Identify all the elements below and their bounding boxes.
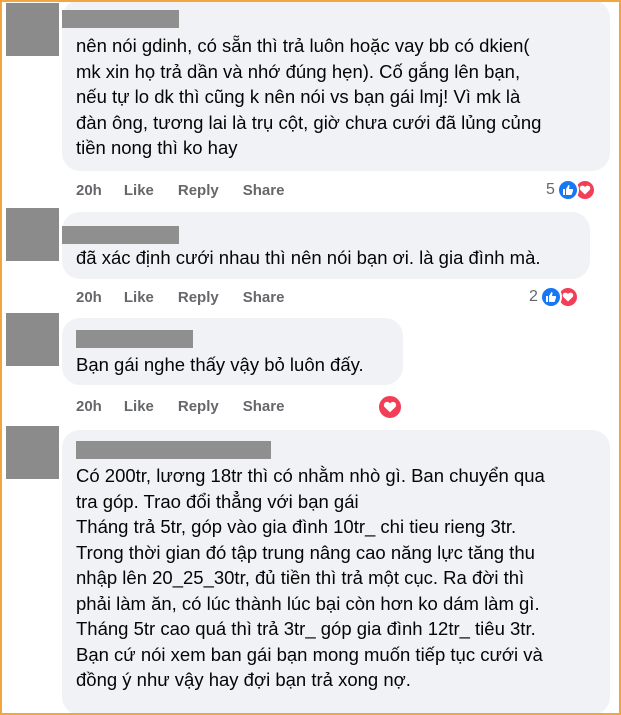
share-button[interactable]: Share xyxy=(243,289,285,306)
redacted-author-name[interactable] xyxy=(76,330,193,348)
redacted-author-name[interactable] xyxy=(62,10,179,28)
reaction-summary[interactable] xyxy=(377,394,403,420)
share-button[interactable]: Share xyxy=(243,182,285,199)
avatar[interactable] xyxy=(6,313,59,366)
comment-time[interactable]: 20h xyxy=(76,182,102,199)
comment-text: đã xác định cưới nhau thì nên nói bạn ơi… xyxy=(76,247,541,268)
reply-button[interactable]: Reply xyxy=(178,398,219,415)
comment-time[interactable]: 20h xyxy=(76,398,102,415)
reaction-summary[interactable]: 2 xyxy=(529,286,579,308)
comment-actions: 20h Like Reply Share xyxy=(76,182,308,199)
comment-actions: 20h Like Reply Share xyxy=(76,289,308,306)
reaction-summary[interactable]: 5 xyxy=(546,179,596,201)
redacted-author-name[interactable] xyxy=(76,441,271,459)
comment-bubble: Bạn gái nghe thấy vậy bỏ luôn đấy. xyxy=(62,318,403,385)
like-button[interactable]: Like xyxy=(124,182,154,199)
reply-button[interactable]: Reply xyxy=(178,182,219,199)
comment-bubble: Có 200tr, lương 18tr thì có nhằm nhò gì.… xyxy=(62,430,610,715)
avatar[interactable] xyxy=(6,208,59,261)
comment-text: Bạn gái nghe thấy vậy bỏ luôn đấy. xyxy=(76,354,364,375)
avatar[interactable] xyxy=(6,426,59,479)
comment-text: nên nói gdinh, có sẵn thì trả luôn hoặc … xyxy=(76,35,542,158)
comment-time[interactable]: 20h xyxy=(76,289,102,306)
like-icon xyxy=(556,179,579,201)
reply-button[interactable]: Reply xyxy=(178,289,219,306)
comment-text: Có 200tr, lương 18tr thì có nhằm nhò gì.… xyxy=(76,465,545,690)
love-icon xyxy=(377,394,403,420)
reaction-count: 5 xyxy=(546,181,555,198)
comment-bubble: đã xác định cưới nhau thì nên nói bạn ơi… xyxy=(62,212,590,279)
comment-actions: 20h Like Reply Share xyxy=(76,398,308,415)
like-icon xyxy=(539,286,562,308)
like-button[interactable]: Like xyxy=(124,289,154,306)
avatar[interactable] xyxy=(6,3,59,56)
share-button[interactable]: Share xyxy=(243,398,285,415)
reaction-count: 2 xyxy=(529,288,538,305)
like-button[interactable]: Like xyxy=(124,398,154,415)
redacted-author-name[interactable] xyxy=(62,226,179,244)
comment-bubble: nên nói gdinh, có sẵn thì trả luôn hoặc … xyxy=(62,0,610,171)
